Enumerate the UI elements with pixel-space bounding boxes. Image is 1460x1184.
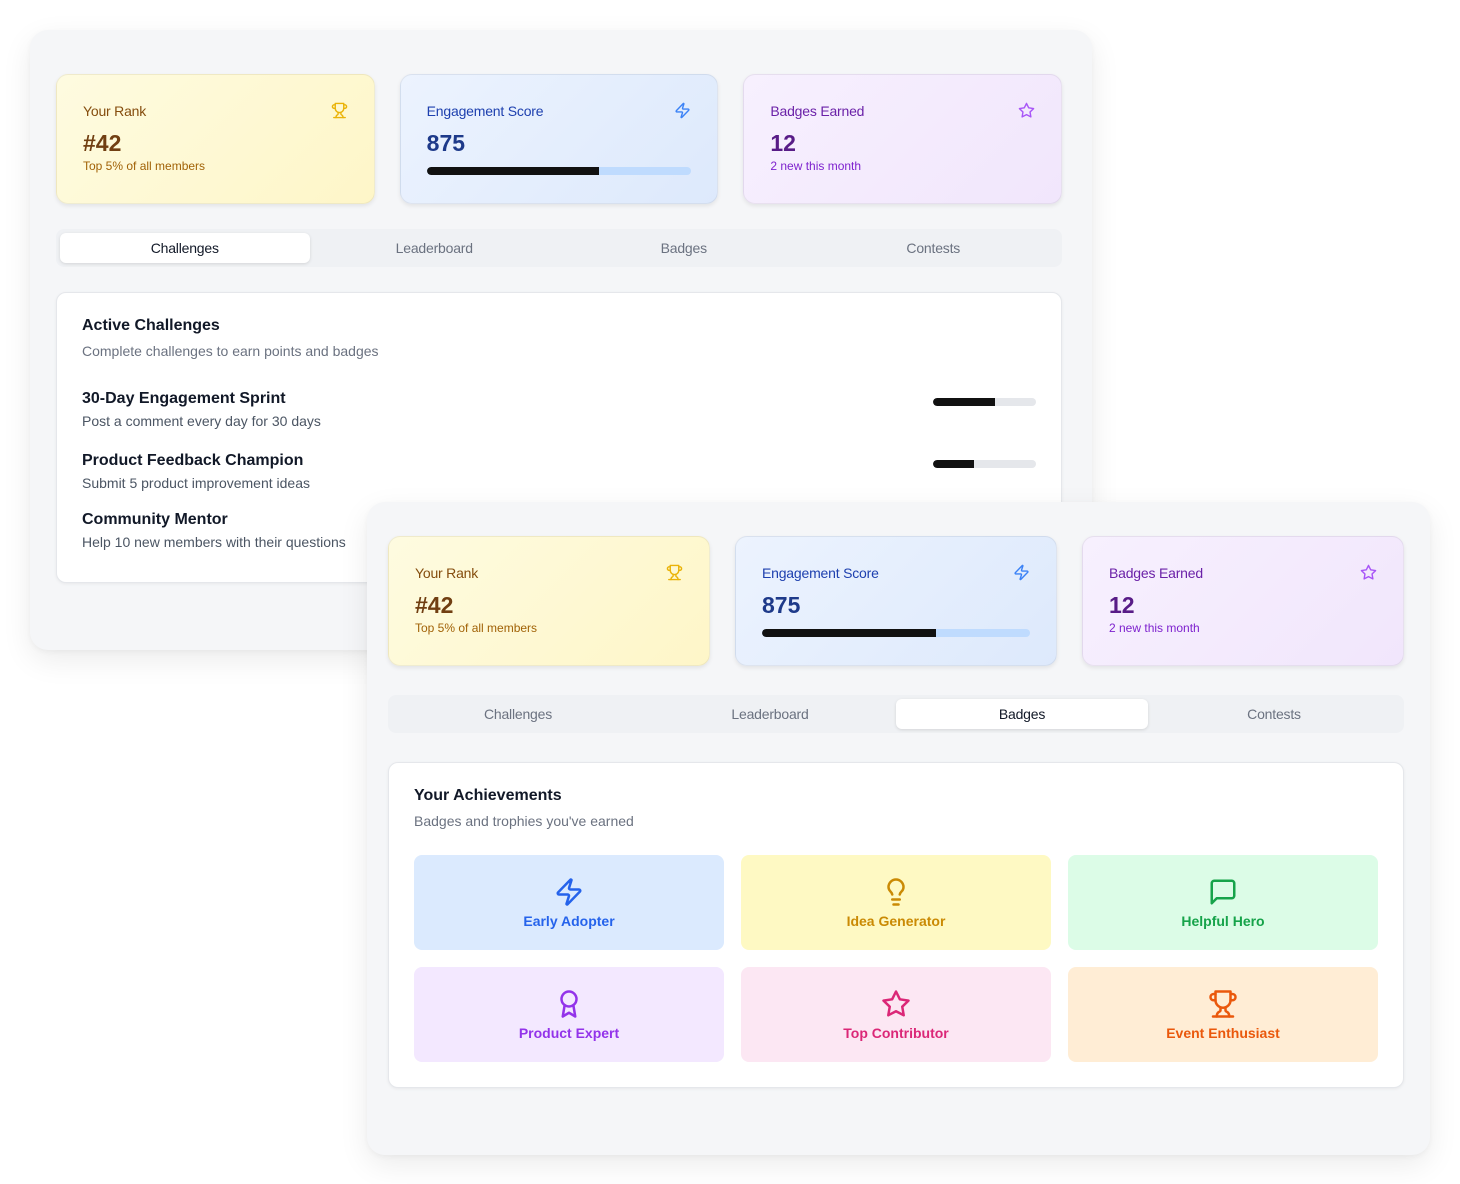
badge-name: Early Adopter — [523, 912, 615, 929]
badge-early-adopter[interactable]: Early Adopter — [414, 855, 724, 950]
challenge-progress-bar — [933, 398, 1036, 406]
badge-product-expert[interactable]: Product Expert — [414, 967, 724, 1062]
rank-label: Your Rank — [83, 103, 147, 119]
rank-value: #42 — [415, 592, 454, 618]
achievements-panel: Your Achievements Badges and trophies yo… — [388, 762, 1404, 1088]
award-icon — [560, 989, 578, 1018]
lightning-icon — [675, 102, 690, 119]
tab-leaderboard[interactable]: Leaderboard — [310, 233, 560, 263]
badge-name: Top Contributor — [843, 1024, 949, 1041]
challenge-progress-fill — [933, 460, 975, 468]
challenge-description: Submit 5 product improvement ideas — [82, 474, 310, 491]
engagement-card: Engagement Score 875 — [399, 74, 719, 204]
rank-label: Your Rank — [415, 565, 479, 581]
lightning-icon — [1014, 564, 1029, 581]
badges-sub: 2 new this month — [1109, 621, 1200, 635]
rank-sub: Top 5% of all members — [83, 159, 206, 173]
panel-subtitle: Badges and trophies you've earned — [414, 813, 634, 829]
badges-value: 12 — [1109, 592, 1135, 618]
badges-sub: 2 new this month — [770, 159, 862, 173]
challenge-item[interactable]: 30-Day Engagement Sprint Post a comment … — [82, 378, 1036, 440]
challenge-item[interactable]: Product Feedback Champion Submit 5 produ… — [82, 440, 1036, 502]
tab-challenges[interactable]: Challenges — [60, 233, 310, 263]
tab-badges[interactable]: Badges — [896, 699, 1148, 729]
badges-card: Badges Earned 12 2 new this month — [743, 74, 1063, 204]
tab-badges[interactable]: Badges — [559, 233, 809, 263]
tab-contests[interactable]: Contests — [809, 233, 1059, 263]
window-badges: Your Rank #42 Top 5% of all members Enga… — [367, 502, 1430, 1155]
badge-grid: Early Adopter Idea Generator Helpful Her… — [414, 855, 1378, 1062]
star-icon — [1018, 102, 1035, 118]
tab-bar: Challenges Leaderboard Badges Contests — [388, 695, 1404, 733]
tab-contests[interactable]: Contests — [1148, 699, 1400, 729]
engagement-label: Engagement Score — [762, 565, 879, 581]
tab-bar: Challenges Leaderboard Badges Contests — [56, 229, 1062, 267]
engagement-value: 875 — [762, 592, 801, 618]
engagement-value: 875 — [426, 130, 466, 156]
badge-helpful-hero[interactable]: Helpful Hero — [1068, 855, 1378, 950]
panel-subtitle: Complete challenges to earn points and b… — [82, 343, 379, 359]
badges-card: Badges Earned 12 2 new this month — [1082, 536, 1404, 666]
challenge-description: Post a comment every day for 30 days — [82, 412, 321, 429]
badges-label: Badges Earned — [1109, 565, 1203, 581]
engagement-label: Engagement Score — [426, 103, 544, 119]
rank-card: Your Rank #42 Top 5% of all members — [388, 536, 710, 666]
badge-name: Idea Generator — [846, 912, 946, 929]
trophy-icon — [331, 102, 347, 119]
challenge-description: Help 10 new members with their questions — [82, 533, 346, 550]
engagement-progress-bar — [762, 629, 1030, 637]
challenge-progress-fill — [933, 398, 995, 406]
badge-name: Helpful Hero — [1181, 912, 1265, 929]
challenge-name: Product Feedback Champion — [82, 451, 304, 469]
lightning-icon — [556, 877, 582, 906]
rank-card: Your Rank #42 Top 5% of all members — [56, 74, 375, 204]
rank-sub: Top 5% of all members — [415, 621, 538, 635]
challenge-name: Community Mentor — [82, 510, 228, 528]
lightbulb-icon — [887, 877, 905, 906]
panel-title: Active Challenges — [82, 317, 220, 334]
badge-top-contributor[interactable]: Top Contributor — [741, 967, 1051, 1062]
stats-row: Your Rank #42 Top 5% of all members Enga… — [56, 74, 1063, 204]
challenge-name: 30-Day Engagement Sprint — [82, 389, 286, 407]
stats-row: Your Rank #42 Top 5% of all members Enga… — [388, 536, 1404, 666]
star-icon — [1360, 564, 1377, 580]
challenge-progress-bar — [933, 460, 1036, 468]
tab-leaderboard[interactable]: Leaderboard — [644, 699, 896, 729]
engagement-progress-fill — [426, 167, 599, 175]
engagement-card: Engagement Score 875 — [735, 536, 1057, 666]
badge-idea-generator[interactable]: Idea Generator — [741, 855, 1051, 950]
badges-label: Badges Earned — [770, 103, 865, 119]
badge-name: Product Expert — [518, 1024, 620, 1041]
trophy-icon — [666, 564, 683, 581]
rank-value: #42 — [83, 130, 122, 156]
engagement-progress-bar — [426, 167, 692, 175]
engagement-progress-fill — [762, 629, 937, 637]
badges-value: 12 — [770, 130, 796, 156]
star-icon — [882, 989, 910, 1017]
tab-challenges[interactable]: Challenges — [392, 699, 644, 729]
message-square-icon — [1210, 879, 1236, 904]
trophy-icon — [1209, 989, 1237, 1018]
badge-event-enthusiast[interactable]: Event Enthusiast — [1068, 967, 1378, 1062]
panel-title: Your Achievements — [414, 787, 562, 804]
badge-name: Event Enthusiast — [1166, 1024, 1280, 1041]
